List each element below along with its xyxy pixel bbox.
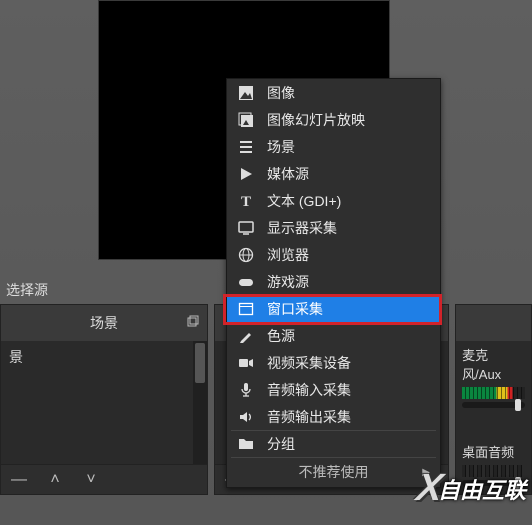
menu-item-deprecated[interactable]: 不推荐使用 ▶ [227,457,440,487]
remove-button[interactable]: — [5,469,33,491]
menu-item-group[interactable]: 分组 [227,430,440,457]
volume-slider[interactable] [462,402,525,408]
menu-item-audio-input[interactable]: 音频输入采集 [227,376,440,403]
scene-item[interactable]: 景 [1,341,207,373]
image-icon [237,84,255,102]
menu-item-audio-output[interactable]: 音频输出采集 [227,403,440,430]
menu-label: 显示器采集 [267,218,337,238]
scenes-panel: 场景 景 — ˄ ˅ [0,304,208,495]
window-icon [237,300,255,318]
text-icon: T [237,192,255,210]
video-icon [237,354,255,372]
menu-item-scene[interactable]: 场景 [227,133,440,160]
menu-item-color[interactable]: 色源 [227,322,440,349]
watermark: X 自由互联 [417,467,526,510]
add-source-menu: 图像 图像幻灯片放映 场景 媒体源 T 文本 (GDI+) 显示器采集 浏览器 [226,78,441,488]
menu-label: 窗口采集 [267,299,323,319]
menu-label: 图像 [267,83,295,103]
menu-item-window-capture[interactable]: 窗口采集 [227,295,440,322]
menu-item-video-capture[interactable]: 视频采集设备 [227,349,440,376]
menu-label: 游戏源 [267,272,309,292]
menu-label: 不推荐使用 [299,462,369,482]
menu-label: 浏览器 [267,245,309,265]
audio-in-icon [237,381,255,399]
browser-icon [237,246,255,264]
menu-item-game[interactable]: 游戏源 [227,268,440,295]
color-icon [237,327,255,345]
menu-item-browser[interactable]: 浏览器 [227,241,440,268]
group-icon [237,435,255,453]
slideshow-icon [237,111,255,129]
mixer-mic: 麦克风/Aux [456,341,531,410]
menu-label: 文本 (GDI+) [267,191,341,211]
svg-text:T: T [241,194,251,209]
scrollbar[interactable] [193,341,207,464]
move-down-button[interactable]: ˅ [77,469,105,491]
menu-label: 场景 [267,137,295,157]
scenes-header: 场景 [1,305,207,341]
scenes-body: 景 [1,341,207,464]
menu-item-display[interactable]: 显示器采集 [227,214,440,241]
app-root: 选择源 场景 景 — ˄ ˅ [0,0,532,525]
menu-label: 分组 [267,434,295,454]
mixer-header [456,305,531,341]
menu-item-text[interactable]: T 文本 (GDI+) [227,187,440,214]
game-icon [237,273,255,291]
menu-label: 图像幻灯片放映 [267,110,365,130]
menu-label: 音频输入采集 [267,380,351,400]
menu-item-image[interactable]: 图像 [227,79,440,106]
audio-out-icon [237,408,255,426]
mixer-desktop-label: 桌面音频 [462,442,525,461]
menu-item-slideshow[interactable]: 图像幻灯片放映 [227,106,440,133]
menu-label: 色源 [267,326,295,346]
hint-text: 选择源 [6,280,48,300]
display-icon [237,219,255,237]
menu-label: 媒体源 [267,164,309,184]
dock-icon[interactable] [187,315,199,327]
menu-label: 音频输出采集 [267,407,351,427]
mixer-mic-label: 麦克风/Aux [462,345,525,383]
move-up-button[interactable]: ˄ [41,469,69,491]
media-icon [237,165,255,183]
scenes-title: 场景 [90,313,118,333]
menu-label: 视频采集设备 [267,353,351,373]
scenes-toolbar: — ˄ ˅ [1,464,207,494]
menu-item-media[interactable]: 媒体源 [227,160,440,187]
scene-icon [237,138,255,156]
watermark-text: 自由互联 [438,473,526,505]
vu-meter [462,387,525,399]
